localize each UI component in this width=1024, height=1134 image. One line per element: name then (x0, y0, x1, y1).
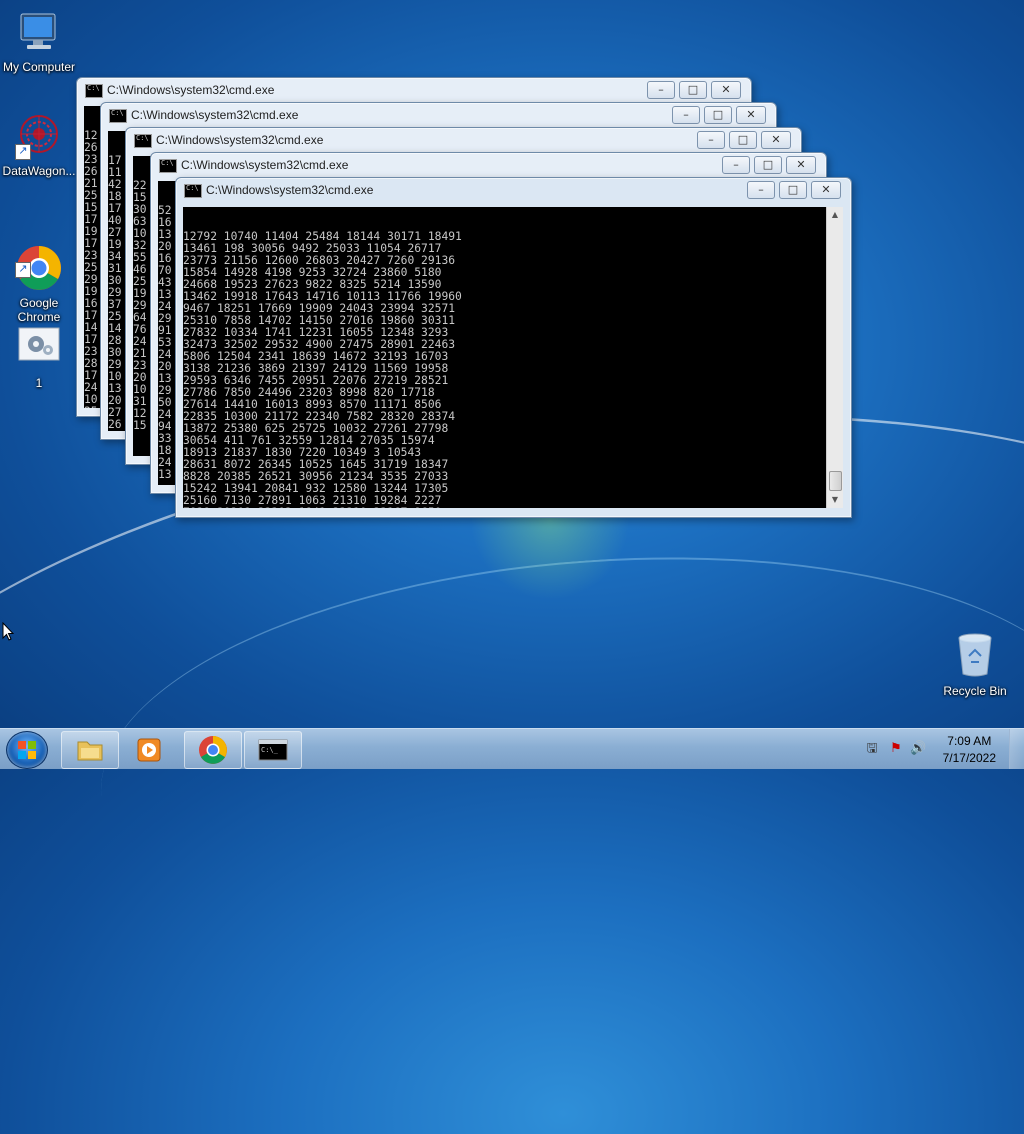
window-title: C:\Windows\system32\cmd.exe (107, 83, 275, 97)
recycle-bin-icon (951, 632, 999, 680)
cmd-icon (85, 84, 103, 98)
cmd-icon: C:\_ (258, 739, 288, 761)
shortcut-arrow-icon: ↗ (15, 144, 31, 160)
title-bar[interactable]: C:\Windows\system32\cmd.exe – □ ✕ (101, 103, 776, 127)
datawagon-icon: ↗ (15, 112, 63, 160)
taskbar-explorer-button[interactable] (61, 731, 119, 769)
window-title: C:\Windows\system32\cmd.exe (206, 183, 374, 197)
show-desktop-button[interactable] (1009, 729, 1024, 769)
desktop-icon-google-chrome[interactable]: ↗ Google Chrome (1, 216, 77, 338)
vertical-scrollbar[interactable]: ▲ ▼ (826, 207, 843, 508)
desktop-icon-label: My Computer (2, 60, 76, 74)
cmd-window-active[interactable]: C:\Windows\system32\cmd.exe – □ ✕ 12792 … (175, 177, 852, 518)
settings-file-icon (15, 324, 63, 372)
close-button[interactable]: ✕ (786, 156, 816, 174)
cmd-icon (109, 109, 127, 123)
title-bar[interactable]: C:\Windows\system32\cmd.exe – □ ✕ (77, 78, 751, 102)
title-bar[interactable]: C:\Windows\system32\cmd.exe – □ ✕ (176, 178, 851, 202)
taskbar-cmd-button[interactable]: C:\_ (244, 731, 302, 769)
minimize-button[interactable]: – (697, 131, 725, 149)
shortcut-arrow-icon: ↗ (15, 262, 31, 278)
maximize-button[interactable]: □ (729, 131, 757, 149)
action-center-flag-icon[interactable]: ⚑ (888, 741, 904, 757)
windows-logo-icon (18, 741, 36, 759)
desktop-icon-datawagon[interactable]: ↗ DataWagon... (1, 112, 77, 178)
window-title: C:\Windows\system32\cmd.exe (181, 158, 349, 172)
close-button[interactable]: ✕ (736, 106, 766, 124)
desktop-icon-label: 1 (35, 376, 43, 390)
minimize-button[interactable]: – (747, 181, 775, 199)
taskbar-chrome-button[interactable] (184, 731, 242, 769)
taskbar-media-player-button[interactable] (122, 731, 178, 767)
close-button[interactable]: ✕ (761, 131, 791, 149)
window-title: C:\Windows\system32\cmd.exe (131, 108, 299, 122)
cmd-icon (134, 134, 152, 148)
minimize-button[interactable]: – (722, 156, 750, 174)
scroll-down-arrow-icon[interactable]: ▼ (827, 492, 843, 508)
maximize-button[interactable]: □ (704, 106, 732, 124)
desktop-icon-recycle-bin[interactable]: Recycle Bin (937, 632, 1013, 698)
window-title: C:\Windows\system32\cmd.exe (156, 133, 324, 147)
desktop-icon-my-computer[interactable]: My Computer (1, 8, 77, 74)
clock-time: 7:09 AM (947, 734, 992, 748)
minimize-button[interactable]: – (647, 81, 675, 99)
maximize-button[interactable]: □ (679, 81, 707, 99)
svg-text:C:\_: C:\_ (261, 746, 279, 754)
maximize-button[interactable]: □ (779, 181, 807, 199)
clock-date: 7/17/2022 (942, 751, 996, 765)
console-output[interactable]: 12792 10740 11404 25484 18144 30171 1849… (183, 207, 826, 508)
network-icon[interactable]: 🖫 (864, 741, 880, 757)
minimize-button[interactable]: – (672, 106, 700, 124)
scroll-up-arrow-icon[interactable]: ▲ (827, 207, 843, 223)
folder-icon (77, 741, 103, 761)
chrome-icon: ↗ (15, 230, 63, 290)
system-tray: 🖫 ⚑ 🔊 7:09 AM 7/17/2022 (854, 729, 1024, 769)
title-bar[interactable]: C:\Windows\system32\cmd.exe – □ ✕ (151, 153, 826, 177)
title-bar[interactable]: C:\Windows\system32\cmd.exe – □ ✕ (126, 128, 801, 152)
volume-icon[interactable]: 🔊 (910, 741, 926, 757)
scrollbar-thumb[interactable] (829, 471, 842, 491)
cmd-icon (184, 184, 202, 198)
taskbar: C:\_ 🖫 ⚑ 🔊 7:09 AM 7/17/2022 (0, 728, 1024, 769)
maximize-button[interactable]: □ (754, 156, 782, 174)
desktop-icon-label: DataWagon... (2, 164, 76, 178)
close-button[interactable]: ✕ (811, 181, 841, 199)
clock[interactable]: 7:09 AM 7/17/2022 (943, 733, 996, 767)
computer-icon (15, 8, 63, 56)
desktop-icon-label: Recycle Bin (943, 684, 1007, 698)
desktop-icon-1[interactable]: 1 (1, 324, 77, 390)
start-button[interactable] (6, 731, 48, 769)
close-button[interactable]: ✕ (711, 81, 741, 99)
media-player-icon (137, 738, 161, 762)
console-line: 7838 30201 23302 1841 23210 23167 9650 (183, 507, 826, 509)
cmd-icon (159, 159, 177, 173)
desktop-icon-label: Google Chrome (17, 296, 61, 324)
chrome-icon (199, 736, 227, 764)
